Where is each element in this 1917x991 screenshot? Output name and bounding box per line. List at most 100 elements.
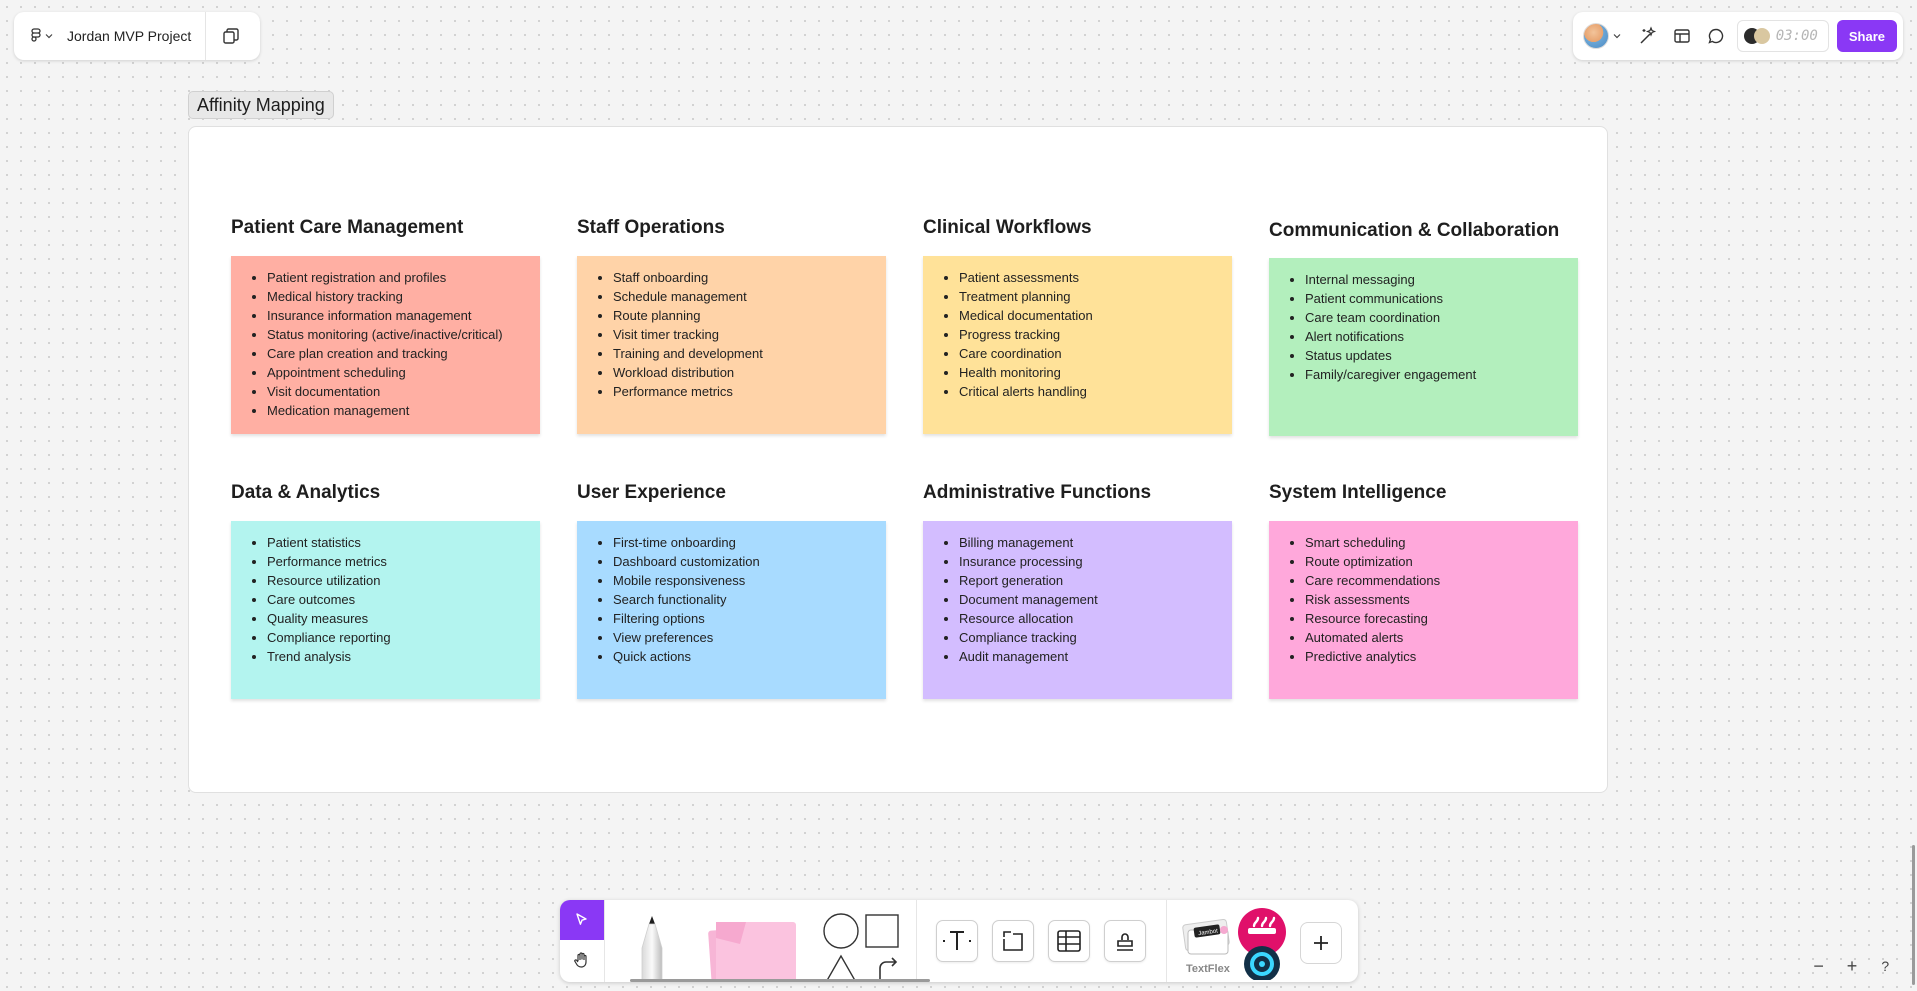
list-item: Care outcomes [267,590,540,609]
timer-button[interactable]: 03:00 [1736,20,1829,52]
ai-widget[interactable] [1234,908,1290,980]
zoom-controls: − + ? [1802,953,1902,979]
list-item: Insurance information management [267,306,540,325]
help-button[interactable]: ? [1872,953,1898,979]
group-title[interactable]: User Experience [577,478,886,508]
list-item: Medical documentation [959,306,1232,325]
text-icon [943,931,971,950]
list-item: Performance metrics [613,382,886,401]
shape-tool[interactable] [822,912,902,982]
table-tool[interactable] [1048,920,1090,962]
list-item: Resource allocation [959,609,1232,628]
avatar [1582,23,1609,49]
stamp-tool[interactable] [1104,920,1146,962]
list-item: Schedule management [613,287,886,306]
group-staff-operations: Staff Operations Staff onboarding Schedu… [577,213,886,434]
sticky-note-tool[interactable] [694,916,804,982]
list-item: Staff onboarding [613,268,886,287]
share-button[interactable]: Share [1836,20,1897,52]
group-title[interactable]: Administrative Functions [923,478,1232,508]
sticky-note[interactable]: Internal messaging Patient communication… [1269,258,1578,436]
list-item: Billing management [959,533,1232,552]
divider [916,900,917,982]
list-item: Performance metrics [267,552,540,571]
timer-value: 03:00 [1775,28,1818,44]
sticky-note[interactable]: First-time onboarding Dashboard customiz… [577,521,886,699]
timer-icon [1743,28,1770,44]
group-title[interactable]: Clinical Workflows [923,213,1232,243]
file-panel: Jordan MVP Project [14,12,260,60]
ai-actions-button[interactable] [1635,23,1661,49]
sticky-note[interactable]: Patient statistics Performance metrics R… [231,521,540,699]
sticky-notes-icon [708,922,796,982]
list-item: Compliance tracking [959,628,1232,647]
main-menu-button[interactable] [14,12,63,60]
list-item: Report generation [959,571,1232,590]
group-title[interactable]: Communication & Collaboration [1269,216,1578,246]
list-item: Document management [959,590,1232,609]
sticky-note[interactable]: Patient assessments Treatment planning M… [923,256,1232,434]
list-item: Quick actions [613,647,886,666]
list-item: Patient communications [1305,289,1578,308]
sticky-note[interactable]: Billing management Insurance processing … [923,521,1232,699]
list-item: Critical alerts handling [959,382,1232,401]
list-item: Care recommendations [1305,571,1578,590]
group-data-analytics: Data & Analytics Patient statistics Perf… [231,478,540,699]
sticky-note[interactable]: Smart scheduling Route optimization Care… [1269,521,1578,699]
list-item: Audit management [959,647,1232,666]
list-item: Filtering options [613,609,886,628]
group-administrative: Administrative Functions Billing managem… [923,478,1232,699]
list-item: Predictive analytics [1305,647,1578,666]
more-tools-button[interactable] [1300,922,1342,964]
move-tool[interactable] [560,900,604,940]
group-title[interactable]: Patient Care Management [231,213,540,243]
list-item: Route optimization [1305,552,1578,571]
list-item: Resource forecasting [1305,609,1578,628]
list-item: Alert notifications [1305,327,1578,346]
group-title[interactable]: System Intelligence [1269,478,1578,508]
zoom-out-button[interactable]: − [1806,953,1832,979]
comment-button[interactable] [1703,23,1729,49]
toolbar-scrollbar[interactable] [630,979,930,982]
layout-icon [1674,29,1690,43]
chevron-down-icon [45,34,53,39]
pages-button[interactable] [206,12,256,60]
section-title[interactable]: Affinity Mapping [188,91,334,119]
affinity-section[interactable]: Patient Care Management Patient registra… [188,126,1608,793]
table-icon [1057,930,1081,952]
list-item: Insurance processing [959,552,1232,571]
figma-logo-icon [31,28,41,42]
group-title[interactable]: Data & Analytics [231,478,540,508]
project-name[interactable]: Jordan MVP Project [63,28,205,44]
section-tool[interactable] [992,920,1034,962]
list-item: Internal messaging [1305,270,1578,289]
zoom-in-button[interactable]: + [1839,953,1865,979]
group-patient-care: Patient Care Management Patient registra… [231,213,540,434]
divider [604,900,605,982]
sticky-note[interactable]: Staff onboarding Schedule management Rou… [577,256,886,434]
list-item: Care team coordination [1305,308,1578,327]
sticky-note[interactable]: Patient registration and profiles Medica… [231,256,540,434]
list-item: View preferences [613,628,886,647]
vertical-scrollbar[interactable] [1912,845,1915,985]
textflex-widget-icon: Jambot TextFlex [1182,918,1231,975]
pages-icon [223,28,239,44]
group-communication: Communication & Collaboration Internal m… [1269,216,1578,436]
hand-tool[interactable] [560,940,604,980]
list-item: Care coordination [959,344,1232,363]
group-user-experience: User Experience First-time onboarding Da… [577,478,886,699]
pen-tool[interactable] [630,914,674,982]
widget-label-text: TextFlex [1186,963,1231,975]
section-icon [1003,931,1023,951]
shapes-icon [823,913,899,982]
text-tool[interactable] [936,920,978,962]
stamp-icon [1117,933,1133,951]
comment-icon [1708,28,1723,44]
list-item: Care plan creation and tracking [267,344,540,363]
chevron-down-icon [1613,34,1621,39]
avatar-menu[interactable] [1582,23,1627,49]
textflex-widget[interactable]: Jambot TextFlex [1180,918,1236,978]
layout-button[interactable] [1669,23,1695,49]
group-title[interactable]: Staff Operations [577,213,886,243]
list-item: First-time onboarding [613,533,886,552]
